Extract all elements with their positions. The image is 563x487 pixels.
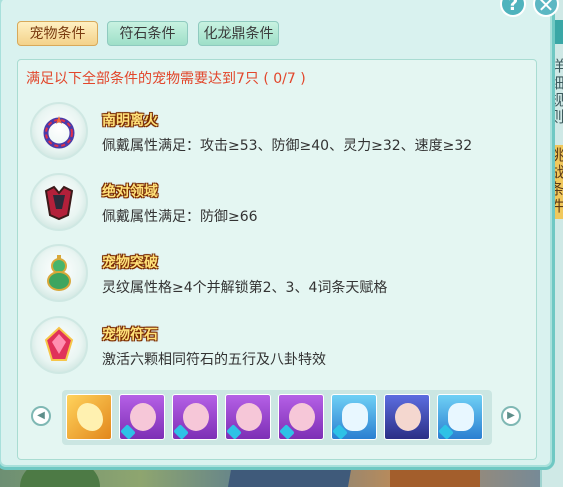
condition-item: 宠物符石 激活六颗相同符石的五行及八卦特效: [30, 316, 530, 380]
red-armor-icon: [30, 173, 88, 231]
condition-description: 佩戴属性满足：防御≥66: [102, 209, 258, 225]
scroll-left-button[interactable]: ◀: [31, 406, 51, 426]
purple-hair-pet-icon[interactable]: [278, 394, 324, 440]
condition-item: 宠物突破 灵纹属性格≥4个并解锁第2、3、4词条天赋格: [30, 244, 530, 308]
fire-ring-icon: [30, 102, 88, 160]
condition-item: 绝对领域 佩戴属性满足：防御≥66: [30, 173, 530, 237]
scroll-right-button[interactable]: ▶: [501, 406, 521, 426]
blue-dragon-pet-icon[interactable]: [331, 394, 377, 440]
condition-name: 宠物突破: [102, 255, 158, 271]
blue-hair-pet-icon[interactable]: [384, 394, 430, 440]
condition-description: 灵纹属性格≥4个并解锁第2、3、4词条天赋格: [102, 280, 388, 296]
pet-condition-window: ? ✕ 宠物条件 符石条件 化龙鼎条件 满足以下全部条件的宠物需要达到7只 ( …: [0, 0, 559, 470]
jade-gourd-icon: [30, 244, 88, 302]
condition-description: 佩戴属性满足：攻击≥53、防御≥40、灵力≥32、速度≥32: [102, 138, 473, 154]
condition-name: 绝对领域: [102, 184, 158, 200]
rune-crystal-icon: [30, 316, 88, 374]
golden-dragon-pet-icon[interactable]: [66, 394, 112, 440]
purple-hair-pet-icon[interactable]: [172, 394, 218, 440]
blue-dragon-pet-icon[interactable]: [437, 394, 483, 440]
help-button[interactable]: ?: [500, 0, 526, 17]
tab-dragon-cauldron-conditions[interactable]: 化龙鼎条件: [198, 21, 279, 46]
tab-rune-conditions[interactable]: 符石条件: [107, 21, 188, 46]
pet-list: [62, 390, 492, 445]
requirement-text: 满足以下全部条件的宠物需要达到7只 ( 0/7 ): [26, 71, 306, 87]
condition-item: 南明离火 佩戴属性满足：攻击≥53、防御≥40、灵力≥32、速度≥32: [30, 102, 530, 166]
condition-name: 南明离火: [102, 113, 158, 129]
purple-hair-pet-icon[interactable]: [225, 394, 271, 440]
condition-description: 激活六颗相同符石的五行及八卦特效: [102, 352, 326, 368]
tab-pet-conditions[interactable]: 宠物条件: [17, 21, 98, 46]
purple-hair-pet-icon[interactable]: [119, 394, 165, 440]
condition-name: 宠物符石: [102, 327, 158, 343]
